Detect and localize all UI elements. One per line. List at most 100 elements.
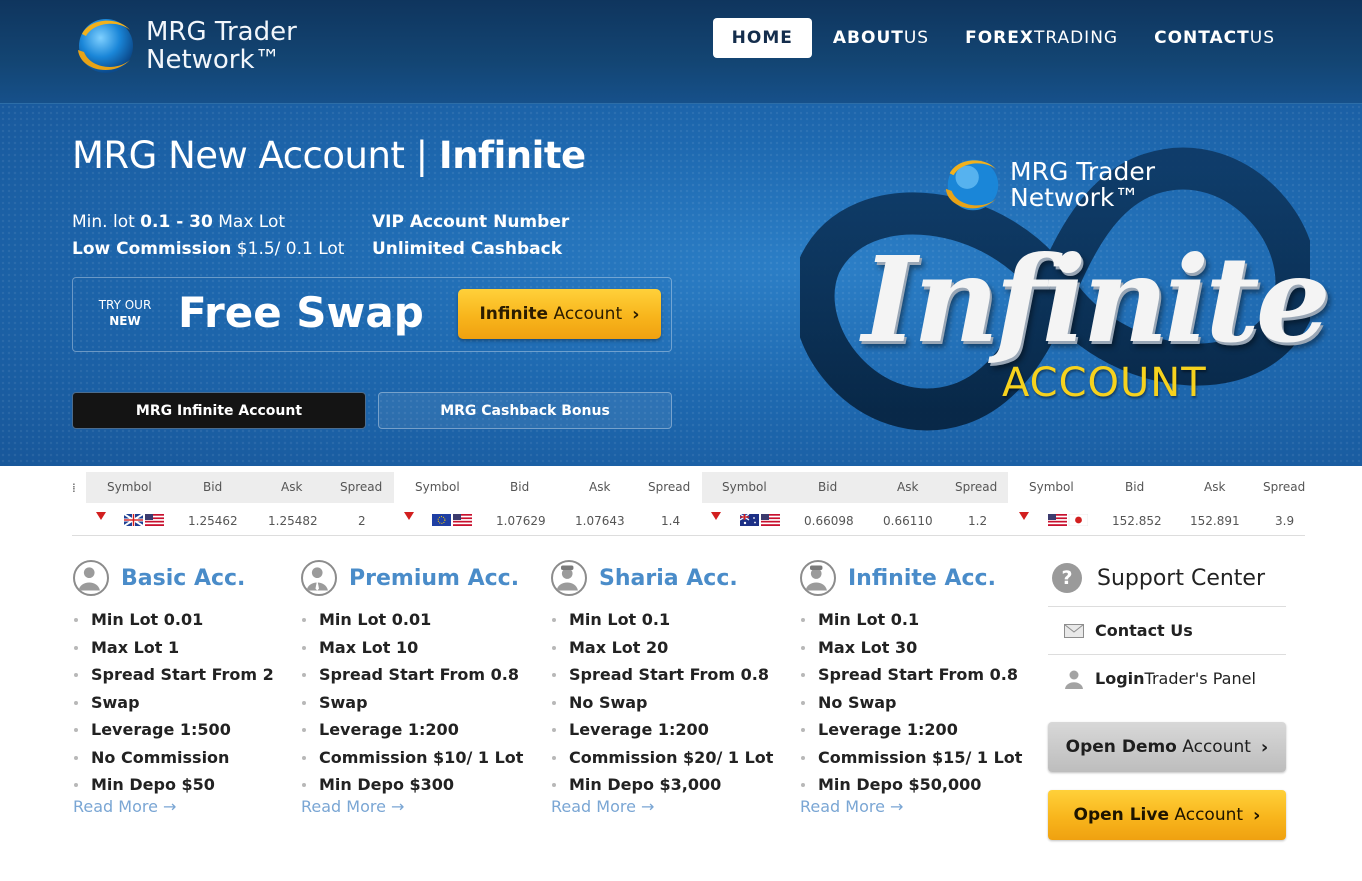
art-brand-logo: MRG Trader Network™ xyxy=(940,152,1155,218)
nav-about-us[interactable]: ABOUT US xyxy=(818,18,944,58)
ticker-quote-row: 1.25462 1.25482 2 1.07629 1.07643 1.4 0.… xyxy=(72,506,1305,535)
ticker-col-symbol: Symbol xyxy=(415,480,460,494)
nav-forex-rest: TRADING xyxy=(1033,28,1119,48)
account-feature: Commission $15/ 1 Lot xyxy=(800,744,1022,772)
ticker-col-symbol: Symbol xyxy=(1029,480,1074,494)
tab-mrg-cashback-bonus[interactable]: MRG Cashback Bonus xyxy=(378,392,672,429)
account-feature: No Swap xyxy=(800,689,1022,717)
account-feature: Spread Start From 0.8 xyxy=(800,661,1022,689)
nav-about-rest: US xyxy=(903,28,930,48)
account-title: Premium Acc. xyxy=(349,565,520,591)
open-demo-account-button[interactable]: Open Demo Account › xyxy=(1048,722,1286,772)
ticker-col-ask: Ask xyxy=(589,480,611,494)
user-icon xyxy=(1065,670,1083,689)
quote-spread: 1.2 xyxy=(968,514,988,528)
account-feature: Leverage 1:500 xyxy=(73,716,274,744)
read-more-link[interactable]: Read More → xyxy=(301,797,523,816)
account-card-sharia: Sharia Acc. Min Lot 0.1 Max Lot 20 Sprea… xyxy=(551,560,773,816)
user-icon xyxy=(301,560,337,596)
eur-usd-flag-icon xyxy=(432,514,472,526)
art-brand-name: MRG Trader Network™ xyxy=(1010,159,1155,211)
account-feature: Min Depo $50,000 xyxy=(800,771,1022,799)
account-feature: Min Lot 0.01 xyxy=(73,606,274,634)
account-feature-list: Min Lot 0.01 Max Lot 10 Spread Start Fro… xyxy=(301,606,523,799)
account-title: Infinite Acc. xyxy=(848,565,996,591)
login-label-rest: Trader's Panel xyxy=(1144,669,1256,688)
nav-forex-trading[interactable]: FOREX TRADING xyxy=(950,18,1133,58)
nav-contact-us[interactable]: CONTACT US xyxy=(1139,18,1290,58)
brand-logo[interactable]: MRG Trader Network™ xyxy=(72,10,297,82)
read-more-link[interactable]: Read More → xyxy=(800,797,1022,816)
account-feature: Min Lot 0.1 xyxy=(551,606,773,634)
feature-commission-post: $1.5/ 0.1 Lot xyxy=(231,239,345,259)
infinite-account-button[interactable]: Infinite Account › xyxy=(458,289,661,339)
account-feature: Max Lot 1 xyxy=(73,634,274,662)
account-feature: Swap xyxy=(301,689,523,717)
art-globe-icon xyxy=(945,159,999,211)
brand-line2: Network™ xyxy=(146,45,281,75)
feature-lot-bold: 0.1 - 30 xyxy=(140,212,213,232)
account-feature: No Swap xyxy=(551,689,773,717)
contact-us-link[interactable]: Contact Us xyxy=(1048,607,1286,654)
hero-title-prefix: MRG New Account | xyxy=(72,134,439,177)
ticker-col-bid: Bid xyxy=(510,480,530,494)
account-feature: Spread Start From 0.8 xyxy=(301,661,523,689)
art-brand-line2: Network™ xyxy=(1010,183,1140,212)
chevron-right-icon: › xyxy=(632,303,640,325)
gbp-usd-flag-icon xyxy=(124,514,164,526)
open-live-account-button[interactable]: Open Live Account › xyxy=(1048,790,1286,840)
account-feature: Leverage 1:200 xyxy=(301,716,523,744)
account-feature: Max Lot 10 xyxy=(301,634,523,662)
ticker-col-spread: Spread xyxy=(1263,480,1305,494)
open-demo-label-rest: Account xyxy=(1176,737,1251,757)
open-live-label-bold: Open Live xyxy=(1073,805,1169,825)
account-card-infinite: Infinite Acc. Min Lot 0.1 Max Lot 30 Spr… xyxy=(800,560,1022,816)
open-demo-label: Open Demo Account xyxy=(1066,737,1251,757)
feature-lot-pre: Min. lot xyxy=(72,212,141,232)
hero-banner: MRG New Account | Infinite Min. lot 0.1 … xyxy=(0,104,1362,466)
ticker-col-ask: Ask xyxy=(281,480,303,494)
account-feature: Min Lot 0.1 xyxy=(800,606,1022,634)
account-feature: Min Depo $50 xyxy=(73,771,274,799)
feature-commission-bold: Low Commission xyxy=(72,239,232,259)
infinite-account-label-bold: Infinite xyxy=(479,304,549,324)
account-feature: Commission $10/ 1 Lot xyxy=(301,744,523,772)
read-more-link[interactable]: Read More → xyxy=(73,797,274,816)
feature-vip: VIP Account Number xyxy=(372,212,569,232)
account-card-header: Basic Acc. xyxy=(73,560,274,596)
hero-title: MRG New Account | Infinite xyxy=(72,134,586,177)
quote-ask: 1.25482 xyxy=(268,514,318,528)
brand-line1: MRG Trader xyxy=(146,17,297,47)
account-feature: No Commission xyxy=(73,744,274,772)
login-traders-panel-link[interactable]: Login Trader's Panel xyxy=(1048,655,1286,702)
question-icon: ? xyxy=(1052,563,1082,593)
aud-usd-flag-icon xyxy=(740,514,780,526)
quote-spread: 3.9 xyxy=(1275,514,1295,528)
quote-bid: 1.25462 xyxy=(188,514,238,528)
ticker-col-symbol: Symbol xyxy=(107,480,152,494)
nav-home[interactable]: HOME xyxy=(712,18,812,58)
quote-ask: 152.891 xyxy=(1190,514,1240,528)
feature-lot-post: Max Lot xyxy=(212,212,286,232)
account-feature: Spread Start From 2 xyxy=(73,661,274,689)
nav-about-bold: ABOUT xyxy=(832,28,904,48)
read-more-link[interactable]: Read More → xyxy=(551,797,773,816)
ticker-cut-text: ⁞ xyxy=(72,481,76,495)
tab-mrg-infinite-account[interactable]: MRG Infinite Account xyxy=(72,392,366,429)
promo-headline: Free Swap xyxy=(178,288,424,337)
art-infinite-word: Infinite xyxy=(862,230,1331,369)
feature-vip-text: VIP Account Number xyxy=(372,212,570,232)
contact-us-label: Contact Us xyxy=(1095,621,1193,640)
nav-forex-bold: FOREX xyxy=(965,28,1034,48)
price-down-arrow-icon xyxy=(711,512,721,520)
promo-new-text: NEW xyxy=(109,314,141,328)
art-brand-line1: MRG Trader xyxy=(1010,157,1155,186)
ticker-col-symbol: Symbol xyxy=(722,480,767,494)
price-down-arrow-icon xyxy=(1019,512,1029,520)
infinite-account-label: Infinite Account xyxy=(479,304,622,324)
site-header: MRG Trader Network™ HOME ABOUT US FOREX … xyxy=(0,0,1362,104)
account-feature: Commission $20/ 1 Lot xyxy=(551,744,773,772)
quote-spread: 1.4 xyxy=(661,514,681,528)
account-feature: Max Lot 30 xyxy=(800,634,1022,662)
open-live-label: Open Live Account xyxy=(1074,805,1244,825)
